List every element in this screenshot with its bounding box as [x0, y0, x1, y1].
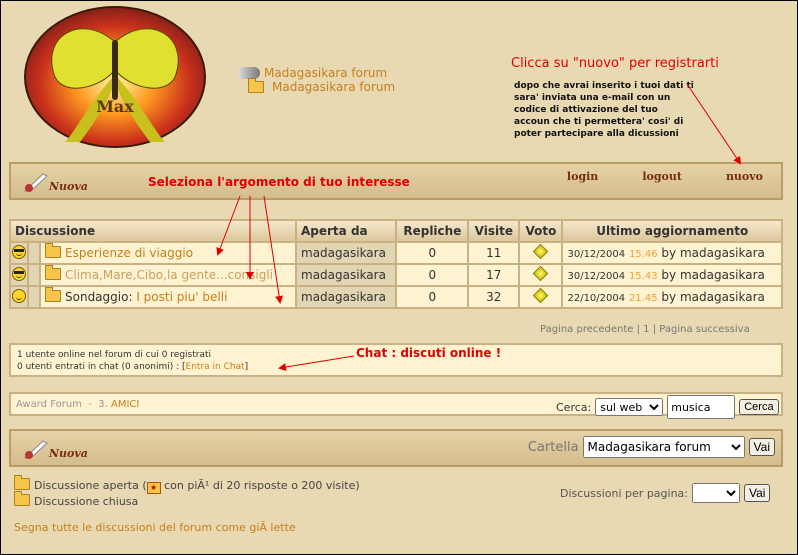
annotation-arrows [216, 83, 742, 371]
